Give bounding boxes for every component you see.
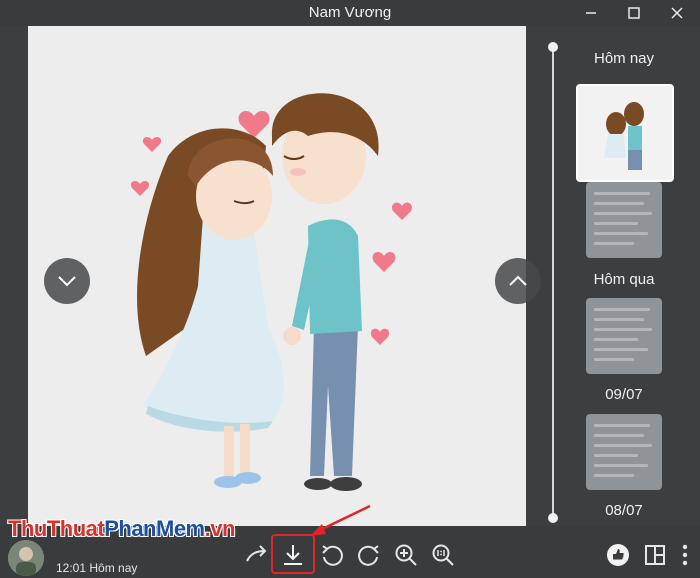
close-icon bbox=[671, 7, 683, 19]
like-button[interactable] bbox=[603, 538, 633, 572]
timeline-track[interactable] bbox=[552, 46, 554, 518]
date-group-label: 09/07 bbox=[605, 386, 643, 403]
heart-shape bbox=[130, 181, 150, 196]
more-icon bbox=[682, 544, 688, 566]
next-image-button[interactable] bbox=[495, 258, 541, 304]
thumbnail[interactable] bbox=[586, 414, 662, 490]
layout-icon bbox=[645, 545, 665, 565]
zoom-in-button[interactable] bbox=[391, 538, 421, 572]
minimize-icon bbox=[586, 12, 596, 14]
zoom-in-icon bbox=[395, 544, 417, 566]
rotate-left-button[interactable] bbox=[317, 538, 347, 572]
title-bar: Nam Vương bbox=[0, 0, 700, 26]
close-button[interactable] bbox=[662, 0, 692, 26]
heart-shape bbox=[391, 202, 413, 220]
thumbnail[interactable] bbox=[586, 298, 662, 374]
chevron-down-icon bbox=[58, 276, 76, 287]
heart-shape bbox=[370, 328, 390, 345]
couple-kiss-illustration bbox=[130, 93, 413, 491]
forward-button[interactable] bbox=[242, 538, 272, 572]
date-group-label: 08/07 bbox=[605, 502, 643, 519]
thumbnail-active[interactable] bbox=[576, 84, 674, 182]
couple-thumbnail-image bbox=[578, 86, 672, 180]
avatar-image bbox=[8, 540, 44, 576]
forward-icon bbox=[246, 545, 267, 562]
rotate-right-icon bbox=[358, 545, 379, 566]
minimize-button[interactable] bbox=[576, 0, 606, 26]
heart-shape bbox=[142, 137, 162, 152]
maximize-button[interactable] bbox=[619, 0, 649, 26]
watermark-logo: ThuThuatPhanMem.vn bbox=[8, 516, 235, 541]
chevron-up-icon bbox=[509, 275, 527, 286]
timeline-end-knob[interactable] bbox=[548, 513, 558, 523]
image-viewer[interactable] bbox=[28, 26, 526, 526]
date-group-label: Hôm nay bbox=[593, 50, 655, 67]
annotation-arrow bbox=[310, 504, 371, 536]
avatar[interactable] bbox=[8, 540, 44, 576]
rotate-right-button[interactable] bbox=[354, 538, 384, 572]
more-options-button[interactable] bbox=[670, 538, 700, 572]
heart-shape bbox=[372, 251, 396, 272]
thumbs-up-icon bbox=[607, 544, 629, 566]
layout-button[interactable] bbox=[640, 538, 670, 572]
rotate-left-icon bbox=[322, 545, 343, 566]
timeline-start-knob[interactable] bbox=[548, 42, 558, 52]
actual-size-button[interactable] bbox=[428, 538, 458, 572]
date-group-label: Hôm qua bbox=[593, 271, 655, 288]
maximize-icon bbox=[628, 7, 640, 19]
message-timestamp: 12:01 Hôm nay bbox=[56, 561, 138, 575]
thumbnail[interactable] bbox=[586, 182, 662, 258]
previous-image-button[interactable] bbox=[44, 258, 90, 304]
actual-size-icon bbox=[432, 544, 454, 566]
